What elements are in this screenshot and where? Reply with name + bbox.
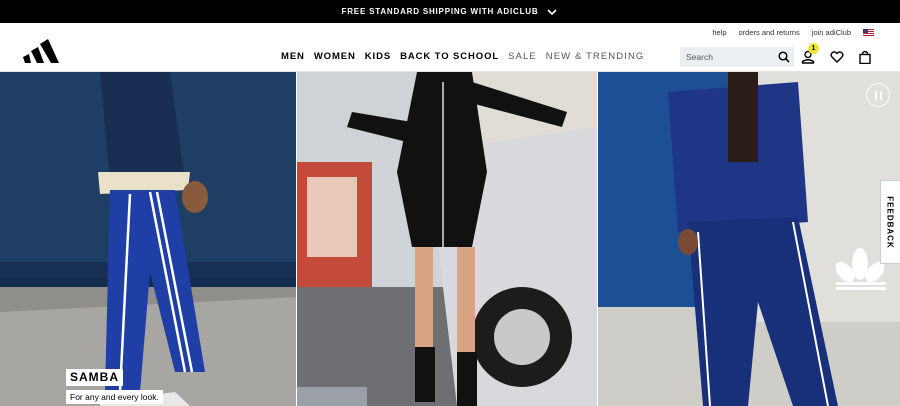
site-header: help orders and returns join adiClub MEN… [0, 23, 900, 72]
hero-subtitle: For any and every look. [66, 390, 163, 404]
adidas-logo[interactable] [23, 37, 61, 63]
hero-image-black-dress [297, 72, 597, 406]
feedback-tab[interactable]: FEEDBACK [880, 180, 900, 264]
nav-sale[interactable]: SALE [508, 51, 537, 62]
main-nav: MEN WOMEN KIDS BACK TO SCHOOL SALE NEW &… [281, 51, 644, 62]
hero-panel-3[interactable] [598, 72, 900, 406]
promo-bar[interactable]: FREE STANDARD SHIPPING WITH ADICLUB [0, 0, 900, 23]
pause-button[interactable] [866, 83, 890, 107]
nav-men[interactable]: MEN [281, 51, 305, 62]
help-link[interactable]: help [712, 28, 726, 37]
pause-icon [880, 91, 882, 100]
chevron-down-icon [547, 8, 558, 15]
bag-icon[interactable] [858, 50, 872, 64]
promo-text: FREE STANDARD SHIPPING WITH ADICLUB [341, 7, 539, 16]
pause-icon [875, 91, 877, 100]
search-box[interactable] [680, 47, 794, 67]
hero-image-tracksuit-blue [0, 72, 296, 406]
join-adiclub-link[interactable]: join adiClub [812, 28, 851, 37]
nav-women[interactable]: WOMEN [314, 51, 356, 62]
heart-icon[interactable] [830, 50, 844, 64]
hero-carousel[interactable] [0, 72, 900, 406]
hero-panel-1[interactable] [0, 72, 296, 406]
search-icon[interactable] [778, 51, 790, 63]
account-badge: 1 [808, 43, 819, 54]
us-flag-icon[interactable] [863, 29, 874, 36]
feedback-label: FEEDBACK [886, 195, 896, 249]
nav-new-trending[interactable]: NEW & TRENDING [546, 51, 645, 62]
hero-image-wall-blue-tracksuit [598, 72, 900, 406]
search-input[interactable] [686, 52, 774, 62]
nav-kids[interactable]: KIDS [365, 51, 391, 62]
nav-back-to-school[interactable]: BACK TO SCHOOL [400, 51, 499, 62]
orders-returns-link[interactable]: orders and returns [739, 28, 800, 37]
hero-panel-2[interactable] [297, 72, 597, 406]
hero-title[interactable]: SAMBA [66, 369, 123, 386]
utility-links: help orders and returns join adiClub [712, 28, 874, 37]
